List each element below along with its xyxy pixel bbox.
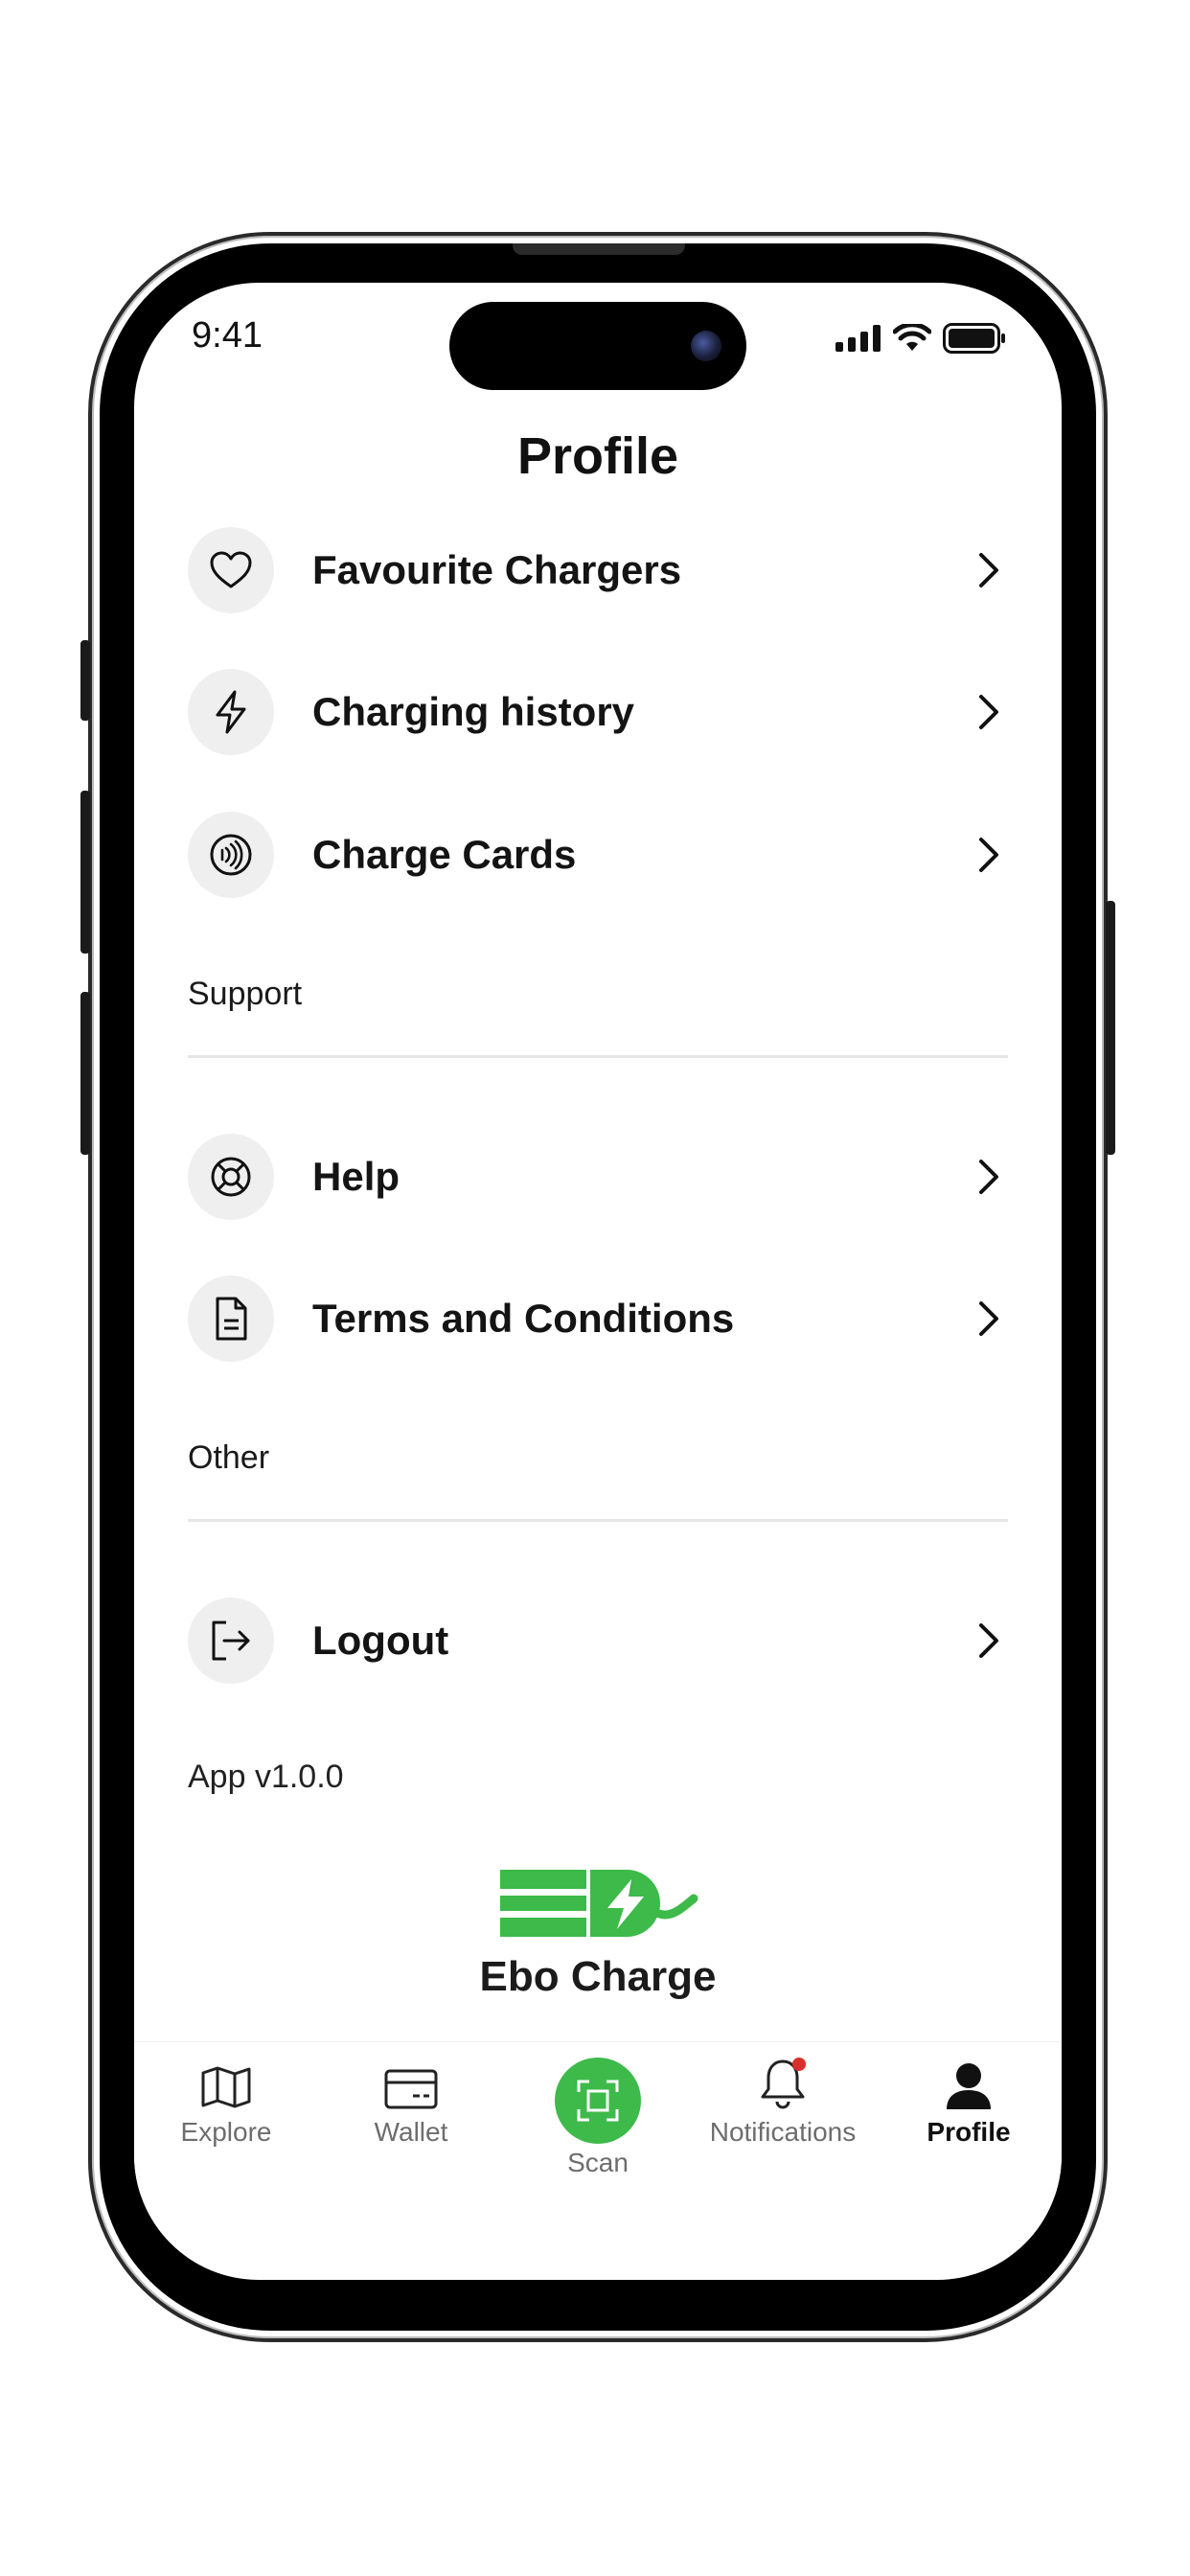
tab-label: Profile bbox=[927, 2117, 1011, 2147]
menu-item-label: Help bbox=[312, 1154, 400, 1199]
map-icon bbox=[201, 2066, 251, 2108]
tab-explore[interactable]: Explore bbox=[135, 2042, 317, 2148]
icon-circle bbox=[188, 1134, 274, 1220]
scan-button[interactable] bbox=[555, 2058, 641, 2144]
menu-item-label: Charge Cards bbox=[312, 832, 577, 877]
divider bbox=[188, 1055, 1008, 1058]
icon-circle bbox=[188, 1276, 274, 1362]
bottom-tab-bar: Explore Wallet Scan Notifications Profil… bbox=[134, 2041, 1062, 2196]
speaker-grille bbox=[513, 243, 685, 255]
status-time: 9:41 bbox=[192, 315, 263, 356]
tab-wallet[interactable]: Wallet bbox=[320, 2042, 502, 2148]
tab-scan[interactable]: Scan bbox=[507, 2042, 689, 2178]
chevron-right-icon bbox=[970, 1153, 1008, 1201]
tab-notifications[interactable]: Notifications bbox=[692, 2042, 874, 2148]
icon-circle bbox=[188, 1598, 274, 1684]
side-button-volume-up bbox=[80, 791, 90, 954]
divider bbox=[188, 1519, 1008, 1522]
battery-icon bbox=[943, 323, 1005, 354]
chevron-right-icon bbox=[970, 688, 1008, 736]
tab-label: Scan bbox=[567, 2148, 629, 2177]
bell-icon bbox=[761, 2058, 806, 2109]
menu-item-label: Terms and Conditions bbox=[312, 1296, 735, 1341]
icon-circle bbox=[188, 812, 274, 898]
ebo-plug-logo-icon bbox=[500, 1870, 698, 1937]
tab-label: Wallet bbox=[374, 2117, 448, 2147]
wifi-icon bbox=[893, 324, 931, 351]
document-icon bbox=[216, 1297, 247, 1341]
status-icons bbox=[835, 323, 1006, 354]
wallet-card-icon bbox=[384, 2069, 438, 2109]
notification-badge bbox=[792, 2058, 806, 2071]
tab-profile[interactable]: Profile bbox=[878, 2042, 1060, 2148]
icon-circle bbox=[188, 669, 274, 755]
menu-item-label: Favourite Chargers bbox=[312, 547, 682, 592]
section-heading-other: Other bbox=[188, 1439, 270, 1476]
menu-item-favourite-chargers[interactable]: Favourite Chargers bbox=[188, 527, 1008, 613]
side-button-silent bbox=[80, 640, 90, 721]
chevron-right-icon bbox=[970, 831, 1008, 879]
signal-icon bbox=[835, 325, 881, 352]
side-button-volume-down bbox=[80, 992, 90, 1155]
menu-item-label: Charging history bbox=[312, 689, 635, 734]
logout-icon bbox=[212, 1621, 250, 1661]
section-heading-support: Support bbox=[188, 976, 303, 1012]
page-title: Profile bbox=[516, 427, 679, 485]
chevron-right-icon bbox=[970, 1617, 1008, 1665]
person-icon bbox=[947, 2063, 991, 2109]
menu-item-terms-and-conditions[interactable]: Terms and Conditions bbox=[188, 1276, 1008, 1362]
heart-icon bbox=[210, 551, 252, 588]
side-button-power bbox=[1106, 901, 1115, 1155]
chevron-right-icon bbox=[970, 1295, 1008, 1343]
brand-name: Ebo Charge bbox=[479, 1953, 717, 2000]
camera-icon bbox=[691, 331, 721, 361]
menu-item-logout[interactable]: Logout bbox=[188, 1598, 1008, 1684]
contactless-card-icon bbox=[210, 834, 252, 876]
chevron-right-icon bbox=[970, 546, 1008, 594]
tab-label: Explore bbox=[180, 2117, 272, 2147]
menu-item-help[interactable]: Help bbox=[188, 1134, 1008, 1220]
tab-label: Notifications bbox=[709, 2117, 857, 2147]
menu-item-charging-history[interactable]: Charging history bbox=[188, 669, 1008, 755]
scan-icon bbox=[577, 2080, 619, 2122]
screen: 9:41 Profile Favourite Chargers Charging… bbox=[134, 283, 1062, 2280]
lightning-icon bbox=[216, 690, 246, 734]
app-version: App v1.0.0 bbox=[188, 1759, 344, 1795]
lifebuoy-icon bbox=[211, 1157, 251, 1197]
menu-item-label: Logout bbox=[312, 1618, 449, 1663]
dynamic-island bbox=[449, 302, 746, 390]
icon-circle bbox=[188, 527, 274, 613]
brand-logo: Ebo Charge bbox=[134, 1864, 1062, 2001]
menu-item-charge-cards[interactable]: Charge Cards bbox=[188, 812, 1008, 898]
